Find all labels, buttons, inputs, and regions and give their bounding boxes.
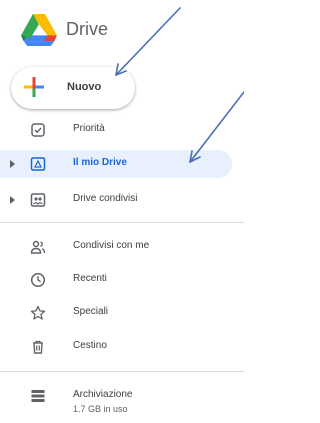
sidebar-item-starred[interactable]: Speciali <box>0 299 232 327</box>
shared-drives-icon <box>30 193 46 207</box>
sidebar-item-label: Condivisi con me <box>73 240 150 251</box>
divider <box>0 222 244 223</box>
sidebar-item-priority[interactable]: Priorità <box>0 116 232 144</box>
sidebar-item-trash[interactable]: Cestino <box>0 333 232 361</box>
sidebar-item-shared-with-me[interactable]: Condivisi con me <box>0 233 232 261</box>
star-icon <box>30 305 46 320</box>
sidebar-item-recent[interactable]: Recenti <box>0 266 232 294</box>
sidebar-item-shared-drives[interactable]: Drive condivisi <box>0 186 232 214</box>
app-title: Drive <box>66 19 109 39</box>
drive-logo[interactable] <box>20 14 58 46</box>
clock-icon <box>30 272 46 288</box>
check-square-icon <box>31 123 45 137</box>
sidebar-item-label: Priorità <box>73 123 105 134</box>
trash-icon <box>33 340 43 354</box>
sidebar-item-label: Cestino <box>73 340 107 351</box>
sidebar-item-label: Recenti <box>73 273 107 284</box>
my-drive-icon <box>30 157 46 171</box>
sidebar-item-label: Archiviazione <box>73 389 133 400</box>
sidebar-item-label: Drive condivisi <box>73 193 138 204</box>
people-icon <box>30 240 46 254</box>
storage-usage-text: 1.7 GB in uso <box>73 404 128 414</box>
sidebar-item-label: Il mio Drive <box>73 157 127 168</box>
sidebar-item-label: Speciali <box>73 306 109 317</box>
app-header: Drive <box>0 0 244 58</box>
expand-arrow-icon[interactable] <box>10 160 15 168</box>
divider <box>0 371 244 372</box>
expand-arrow-icon[interactable] <box>10 196 15 204</box>
new-button[interactable]: Nuovo <box>11 67 135 109</box>
plus-icon <box>24 77 44 97</box>
storage-icon <box>31 390 45 402</box>
sidebar-item-my-drive[interactable]: Il mio Drive <box>0 150 232 178</box>
new-button-label: Nuovo <box>67 81 102 93</box>
